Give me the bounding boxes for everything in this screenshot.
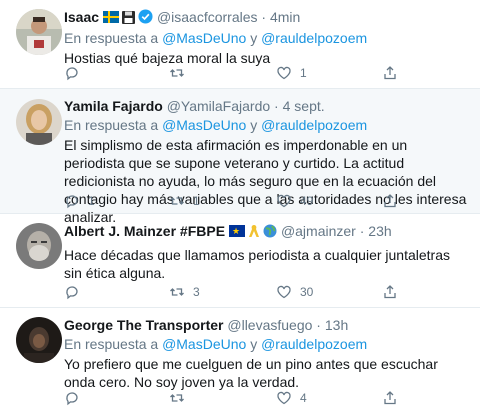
timestamp[interactable]: 23h <box>368 223 391 239</box>
eu-flag-icon <box>229 223 246 241</box>
retweet-button[interactable] <box>169 65 193 81</box>
avatar[interactable] <box>16 9 62 55</box>
retweet-button[interactable]: 3 <box>169 284 200 300</box>
retweet-button[interactable]: 1 <box>169 193 200 209</box>
retweet-icon <box>170 69 184 77</box>
tweet-header: George The Transporter @llevasfuego · 13… <box>64 316 470 334</box>
retweet-count: 3 <box>193 285 200 299</box>
heart-icon <box>277 66 291 80</box>
retweet-button[interactable] <box>169 390 193 406</box>
reply-context: En respuesta a @MasDeUno y @rauldelpozoe… <box>64 335 470 353</box>
reply-icon <box>66 286 78 300</box>
reply-icon <box>66 392 78 406</box>
avatar[interactable] <box>16 99 62 145</box>
tweet-text: El simplismo de esta afirmación es imper… <box>64 137 467 225</box>
reply-button[interactable]: 1 <box>64 193 95 209</box>
tweet-text: Yo prefiero que me cuelguen de un pino a… <box>64 356 438 390</box>
retweet-count: 1 <box>193 194 200 208</box>
share-icon <box>384 194 396 208</box>
share-icon <box>384 66 396 80</box>
tweet-header: Isaac @isaacfcorrales · 4min <box>64 8 470 28</box>
reply-button[interactable] <box>64 284 88 300</box>
share-button[interactable] <box>382 284 398 300</box>
avatar[interactable] <box>16 223 62 269</box>
separator: · <box>270 98 283 114</box>
verified-badge-icon <box>138 9 153 28</box>
retweet-icon <box>170 197 184 205</box>
like-button[interactable]: 1 <box>276 65 307 81</box>
user-handle[interactable]: @llevasfuego <box>227 317 312 333</box>
reply-prefix: En respuesta a <box>64 336 163 352</box>
reply-conjunction: y <box>246 336 262 352</box>
user-handle[interactable]: @ajmainzer <box>281 223 356 239</box>
tweet-isaac[interactable]: Isaac @isaacfcorrales · 4min En respuest… <box>0 0 480 89</box>
mention-link[interactable]: @rauldelpozoem <box>261 117 367 133</box>
reply-button[interactable] <box>64 390 88 406</box>
tweet-header: Albert J. Mainzer #FBPE @ajmainzer · 23h <box>64 222 470 242</box>
sweden-flag-icon <box>103 11 120 23</box>
reply-icon <box>66 195 78 209</box>
reply-context: En respuesta a @MasDeUno y @rauldelpozoe… <box>64 116 470 134</box>
reply-button[interactable] <box>64 65 88 81</box>
avatar[interactable] <box>16 317 62 363</box>
reply-conjunction: y <box>246 117 262 133</box>
display-name[interactable]: George The Transporter <box>64 317 223 333</box>
reply-prefix: En respuesta a <box>64 117 163 133</box>
tweet-albert[interactable]: Albert J. Mainzer #FBPE @ajmainzer · 23h… <box>0 214 480 308</box>
share-button[interactable] <box>382 390 398 406</box>
mention-link[interactable]: @MasDeUno <box>162 117 246 133</box>
like-count: 30 <box>300 285 314 299</box>
yellow-ribbon-icon <box>248 224 260 242</box>
reply-icon <box>66 67 78 81</box>
user-handle[interactable]: @isaacfcorrales <box>157 9 258 25</box>
timestamp[interactable]: 4 sept. <box>283 98 325 114</box>
tweet-george[interactable]: George The Transporter @llevasfuego · 13… <box>0 308 480 409</box>
floppy-disk-icon <box>122 10 136 28</box>
mention-link[interactable]: @MasDeUno <box>162 336 246 352</box>
reply-conjunction: y <box>246 30 262 46</box>
mention-link[interactable]: @MasDeUno <box>162 30 246 46</box>
mention-link[interactable]: @rauldelpozoem <box>261 336 367 352</box>
timestamp[interactable]: 4min <box>270 9 300 25</box>
heart-icon <box>277 194 291 208</box>
like-count: 49 <box>300 194 314 208</box>
like-count: 4 <box>300 391 307 405</box>
retweet-icon <box>170 394 184 402</box>
display-name[interactable]: Albert J. Mainzer #FBPE <box>64 223 225 239</box>
reply-context: En respuesta a @MasDeUno y @rauldelpozoe… <box>64 29 470 47</box>
mention-link[interactable]: @rauldelpozoem <box>261 30 367 46</box>
separator: · <box>312 317 325 333</box>
separator: · <box>355 223 369 239</box>
tweet-text: Hace décadas que llamamos periodista a c… <box>64 247 450 281</box>
separator: · <box>257 9 270 25</box>
heart-icon <box>277 285 291 299</box>
display-name[interactable]: Isaac <box>64 9 99 25</box>
heart-icon <box>277 391 291 405</box>
like-button[interactable]: 30 <box>276 284 313 300</box>
display-name[interactable]: Yamila Fajardo <box>64 98 163 114</box>
share-icon <box>384 285 396 299</box>
like-count: 1 <box>300 66 307 80</box>
like-button[interactable]: 49 <box>276 193 313 209</box>
like-button[interactable]: 4 <box>276 390 307 406</box>
share-button[interactable] <box>382 65 398 81</box>
reply-count: 1 <box>88 194 95 208</box>
timestamp[interactable]: 13h <box>325 317 348 333</box>
tweet-yamila[interactable]: Yamila Fajardo @YamilaFajardo · 4 sept. … <box>0 89 480 225</box>
tweet-text: Hostias qué bajeza moral la suya <box>64 50 271 66</box>
retweet-icon <box>170 288 184 296</box>
tweet-header: Yamila Fajardo @YamilaFajardo · 4 sept. <box>64 97 470 115</box>
share-button[interactable] <box>382 193 398 209</box>
reply-prefix: En respuesta a <box>64 30 163 46</box>
share-icon <box>384 391 396 405</box>
globe-icon <box>263 224 277 242</box>
user-handle[interactable]: @YamilaFajardo <box>167 98 270 114</box>
